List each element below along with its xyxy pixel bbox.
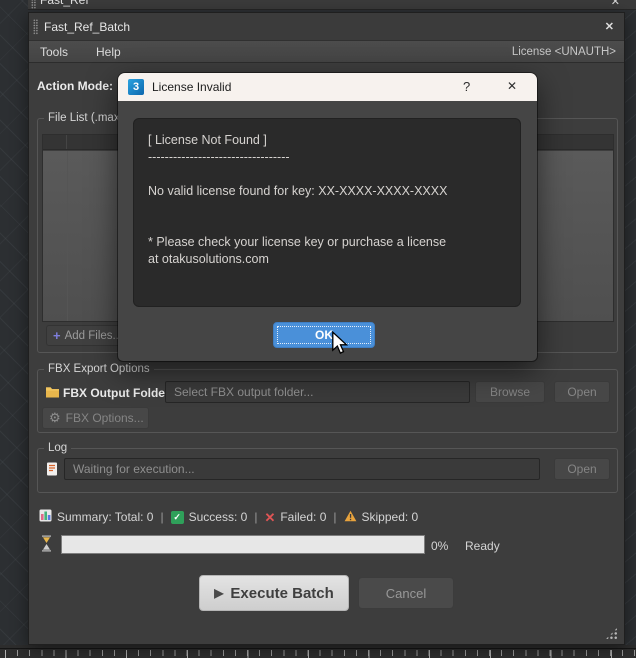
progress-bar [61, 535, 425, 554]
resize-grip[interactable] [605, 627, 618, 640]
file-list-column-divider [67, 151, 68, 321]
browse-button[interactable]: Browse [475, 381, 545, 403]
log-status-input[interactable] [64, 458, 540, 480]
summary-failed: ✕ Failed: 0 [264, 510, 326, 524]
outer-window-title: Fast_Ref [40, 0, 89, 7]
fbx-open-label: Open [567, 385, 596, 399]
license-message-text: [ License Not Found ] ------------------… [148, 132, 506, 268]
separator: | [254, 510, 257, 524]
execute-batch-button[interactable]: ▶ Execute Batch [199, 575, 349, 611]
file-list-header-col1 [43, 135, 67, 149]
mouse-cursor [331, 331, 349, 360]
progress-percent: 0% [431, 539, 448, 553]
3dsmax-logo-icon: 3 [128, 79, 144, 95]
summary-success: ✓ Success: 0 [171, 510, 248, 524]
summary-total: Summary: Total: 0 [39, 509, 153, 525]
drag-grip-icon[interactable] [31, 0, 36, 10]
cancel-label: Cancel [386, 586, 426, 601]
license-invalid-dialog: 3 License Invalid ? ✕ [ License Not Foun… [118, 73, 537, 361]
execute-batch-label: Execute Batch [230, 585, 333, 602]
summary-skipped-label: Skipped: 0 [362, 510, 419, 524]
play-icon: ▶ [214, 586, 223, 600]
plus-icon: + [53, 328, 61, 343]
warning-icon [344, 510, 357, 525]
summary-failed-label: Failed: 0 [280, 510, 326, 524]
log-file-icon [46, 462, 58, 481]
check-icon: ✓ [171, 511, 184, 524]
menu-item-tools[interactable]: Tools [34, 45, 74, 59]
gear-icon: ⚙ [49, 412, 61, 424]
outer-close-icon[interactable]: ✕ [611, 0, 620, 8]
license-message-box: [ License Not Found ] ------------------… [133, 118, 521, 307]
dialog-title: License Invalid [152, 80, 231, 94]
window-titlebar[interactable]: Fast_Ref_Batch ✕ [29, 13, 624, 41]
menu-item-help[interactable]: Help [90, 45, 127, 59]
license-status: License <UNAUTH> [512, 46, 616, 58]
close-icon[interactable]: ✕ [605, 20, 614, 33]
summary-skipped: Skipped: 0 [344, 510, 419, 525]
log-group: Log Open [37, 448, 618, 493]
log-open-button[interactable]: Open [554, 458, 610, 480]
drag-grip-icon[interactable] [33, 19, 38, 35]
menubar: Tools Help License <UNAUTH> [29, 41, 624, 63]
screen: Fast_Ref ✕ Fast_Ref_Batch ✕ Tools Help L… [0, 0, 636, 658]
ok-button[interactable]: OK [273, 322, 375, 348]
viewport-background-left [0, 0, 28, 658]
viewport-background-right [625, 0, 636, 658]
dialog-titlebar[interactable]: 3 License Invalid ? ✕ [118, 73, 537, 101]
chart-icon [39, 509, 52, 525]
fbx-export-options-group: FBX Export Options FBX Output Folder: Br… [37, 369, 618, 433]
add-files-label: Add Files... [65, 330, 123, 342]
progress-status: Ready [465, 539, 500, 553]
fbx-open-button[interactable]: Open [554, 381, 610, 403]
fbx-output-folder-label: FBX Output Folder: [63, 386, 174, 400]
dialog-close-icon[interactable]: ✕ [507, 79, 517, 93]
summary-row: Summary: Total: 0 | ✓ Success: 0 | ✕ Fai… [39, 509, 418, 525]
help-icon[interactable]: ? [463, 79, 470, 94]
summary-total-label: Summary: Total: 0 [57, 510, 153, 524]
action-mode-label: Action Mode: [37, 79, 113, 93]
hourglass-icon [41, 535, 52, 557]
separator: | [333, 510, 336, 524]
log-open-label: Open [567, 462, 596, 476]
fbx-group-label: FBX Export Options [44, 363, 154, 376]
fbx-output-folder-input[interactable] [165, 381, 470, 403]
timeline-major-ticks [5, 650, 636, 658]
summary-success-label: Success: 0 [189, 510, 248, 524]
browse-label: Browse [490, 385, 530, 399]
fbx-options-button[interactable]: ⚙ FBX Options... [42, 407, 149, 429]
window-title: Fast_Ref_Batch [44, 20, 130, 34]
separator: | [160, 510, 163, 524]
fbx-options-label: FBX Options... [66, 411, 144, 425]
cross-icon: ✕ [264, 511, 275, 524]
cancel-button[interactable]: Cancel [358, 577, 454, 609]
timeline-ruler[interactable] [0, 648, 636, 658]
folder-icon [45, 385, 60, 403]
log-group-label: Log [44, 442, 71, 455]
outer-window-titlebar[interactable]: Fast_Ref ✕ [28, 0, 636, 10]
